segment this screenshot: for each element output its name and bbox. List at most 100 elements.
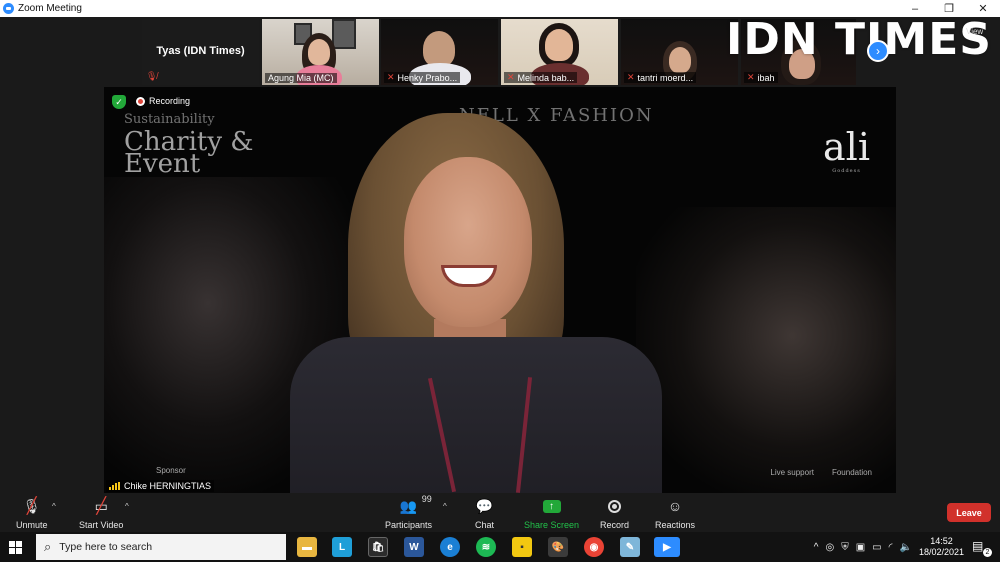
windows-start-icon[interactable] xyxy=(9,541,22,554)
reactions-label: Reactions xyxy=(655,520,696,530)
mic-muted-icon: ✕ xyxy=(747,72,755,82)
share-screen-label: Share Screen xyxy=(524,520,580,530)
edge-icon[interactable]: e xyxy=(440,537,460,557)
speaker-body xyxy=(290,337,662,493)
participant-tile-featured[interactable]: Tyas (IDN Times) 🎙︎̸ xyxy=(142,19,259,85)
wifi-icon[interactable]: ◜ xyxy=(889,542,893,553)
participant-name: ibah xyxy=(757,72,775,83)
participant-tile-tantri[interactable]: ✕ tantri moerd... xyxy=(621,19,738,85)
participant-name-label: ✕ ibah xyxy=(744,72,778,83)
reactions-smiley-icon: ☺ xyxy=(667,498,683,514)
search-placeholder: Type here to search xyxy=(59,541,153,553)
participant-tile-henky[interactable]: ✕ Henky Prabo... xyxy=(381,19,498,85)
view-button[interactable]: View xyxy=(966,27,983,36)
participants-button[interactable]: 👥 99 Participants xyxy=(385,494,433,530)
participant-face xyxy=(308,39,330,65)
spotify-icon[interactable]: ≋ xyxy=(476,537,496,557)
notification-count: 2 xyxy=(983,548,992,557)
share-screen-button[interactable]: ↑ Share Screen xyxy=(524,496,579,530)
file-explorer-icon[interactable]: ▬ xyxy=(297,537,317,557)
brand-watermark: IDN TIMES xyxy=(726,14,992,65)
meeting-toolbar: 🎙︎ ╱ Unmute ^ ▭ ╱ Start Video ^ 👥 99 Partic… xyxy=(0,494,1000,530)
chrome-icon[interactable]: ◉ xyxy=(584,537,604,557)
show-hidden-icons-icon[interactable]: ^ xyxy=(814,542,819,553)
taskbar-clock[interactable]: 14:52 18/02/2021 xyxy=(919,536,964,558)
recording-indicator[interactable]: Recording xyxy=(136,96,190,106)
chat-icon: 💬 xyxy=(475,497,494,514)
backdrop-logo: ali Goddess xyxy=(823,127,870,175)
participant-name: Henky Prabo... xyxy=(397,72,458,83)
speaker-face xyxy=(404,157,532,327)
participant-name: tantri moerd... xyxy=(637,72,694,83)
unmute-label: Unmute xyxy=(16,520,48,530)
security-shield-icon[interactable]: ✓ xyxy=(112,95,126,109)
view-label: View xyxy=(966,27,984,36)
backdrop-title-line3: Event xyxy=(124,149,201,179)
start-video-button[interactable]: ▭ ╱ Start Video xyxy=(79,496,124,531)
backdrop-title-line1: Sustainability xyxy=(124,112,215,127)
mic-muted-icon: ✕ xyxy=(387,72,395,82)
participant-face xyxy=(545,29,573,61)
paint-icon[interactable]: 🎨 xyxy=(548,537,568,557)
zoom-window: Zoom Meeting – ❐ ✕ Tyas (IDN Times) 🎙︎̸ … xyxy=(0,0,1000,562)
participants-count: 99 xyxy=(421,494,432,504)
webcam-icon[interactable]: ◎ xyxy=(825,542,834,553)
backdrop-logo-text: ali xyxy=(823,125,870,169)
participant-face xyxy=(423,31,455,67)
mic-muted-icon: 🎙︎ ╱ xyxy=(22,497,41,516)
audio-options-caret-icon[interactable]: ^ xyxy=(52,502,56,511)
battery-icon[interactable]: ▭ xyxy=(872,542,881,553)
video-off-icon: ▭ ╱ xyxy=(94,497,108,516)
search-icon: ⌕ xyxy=(44,539,52,554)
word-icon[interactable]: W xyxy=(404,537,424,557)
store-icon[interactable]: 🛍 xyxy=(368,537,388,557)
signal-strength-icon xyxy=(109,482,120,490)
zoom-taskbar-icon[interactable]: ▶ xyxy=(654,537,680,557)
start-video-label: Start Video xyxy=(79,520,124,530)
zoom-logo-icon xyxy=(3,3,14,14)
record-icon xyxy=(608,496,621,516)
participant-tile-melinda[interactable]: ✕ Melinda bab... xyxy=(501,19,618,85)
mic-muted-icon: ✕ xyxy=(507,72,515,82)
backdrop-sponsor-right: Live support Foundation xyxy=(770,468,872,477)
leave-button[interactable]: Leave xyxy=(947,503,991,522)
reactions-button[interactable]: ☺ Reactions xyxy=(655,496,695,530)
share-screen-icon: ↑ xyxy=(542,496,561,516)
taskbar-search-box[interactable]: ⌕ Type here to search xyxy=(36,534,286,560)
participant-name-label: ✕ Melinda bab... xyxy=(504,72,578,83)
participants-icon: 👥 99 xyxy=(399,494,432,514)
recording-label: Recording xyxy=(149,96,191,106)
gallery-next-button[interactable]: › xyxy=(867,40,889,62)
participant-face xyxy=(669,47,691,73)
participants-label: Participants xyxy=(385,520,433,530)
mic-muted-icon: 🎙︎̸ xyxy=(146,71,158,81)
volume-icon[interactable]: 🔈 xyxy=(900,542,912,553)
unmute-button[interactable]: 🎙︎ ╱ Unmute xyxy=(16,496,48,531)
participants-options-caret-icon[interactable]: ^ xyxy=(443,502,447,511)
chat-button[interactable]: 💬 Chat xyxy=(475,496,494,531)
notification-center-icon[interactable]: ▤ 2 xyxy=(972,539,992,557)
active-speaker-video: Sustainability Charity & Event NELL X FA… xyxy=(104,87,896,493)
backdrop-sponsor-right-1: Live support xyxy=(770,468,814,477)
participant-name-label: ✕ tantri moerd... xyxy=(624,72,697,83)
system-tray: ^ ◎ ⛨ ▣ ▭ ◜ 🔈 14:52 18/02/2021 ▤ 2 xyxy=(814,532,1000,562)
record-button[interactable]: Record xyxy=(600,496,629,530)
backdrop-model-right xyxy=(636,207,896,493)
network-adapter-icon[interactable]: ▣ xyxy=(856,542,865,553)
backdrop-sponsor-right-2: Foundation xyxy=(831,468,872,477)
speaker-name: Chike HERNINGTIAS xyxy=(124,481,212,491)
security-tray-icon[interactable]: ⛨ xyxy=(841,542,849,553)
clock-time: 14:52 xyxy=(930,536,953,546)
participant-tile-agung[interactable]: Agung Mia (MC) xyxy=(262,19,379,85)
windows-taskbar: ⌕ Type here to search ▬ L 🛍 W e ≋ ▪ 🎨 ◉ … xyxy=(0,532,1000,562)
chevron-right-icon: › xyxy=(876,44,880,58)
sticky-notes-icon[interactable]: ▪ xyxy=(512,537,532,557)
window-title: Zoom Meeting xyxy=(18,3,82,14)
participant-name: Melinda bab... xyxy=(517,72,575,83)
participant-name-label: Agung Mia (MC) xyxy=(265,73,337,83)
participant-name-label: ✕ Henky Prabo... xyxy=(384,72,461,83)
video-options-caret-icon[interactable]: ^ xyxy=(125,502,129,511)
app-l-icon[interactable]: L xyxy=(332,537,352,557)
speaker-name-label: Chike HERNINGTIAS xyxy=(106,480,215,492)
notepad-icon[interactable]: ✎ xyxy=(620,537,640,557)
